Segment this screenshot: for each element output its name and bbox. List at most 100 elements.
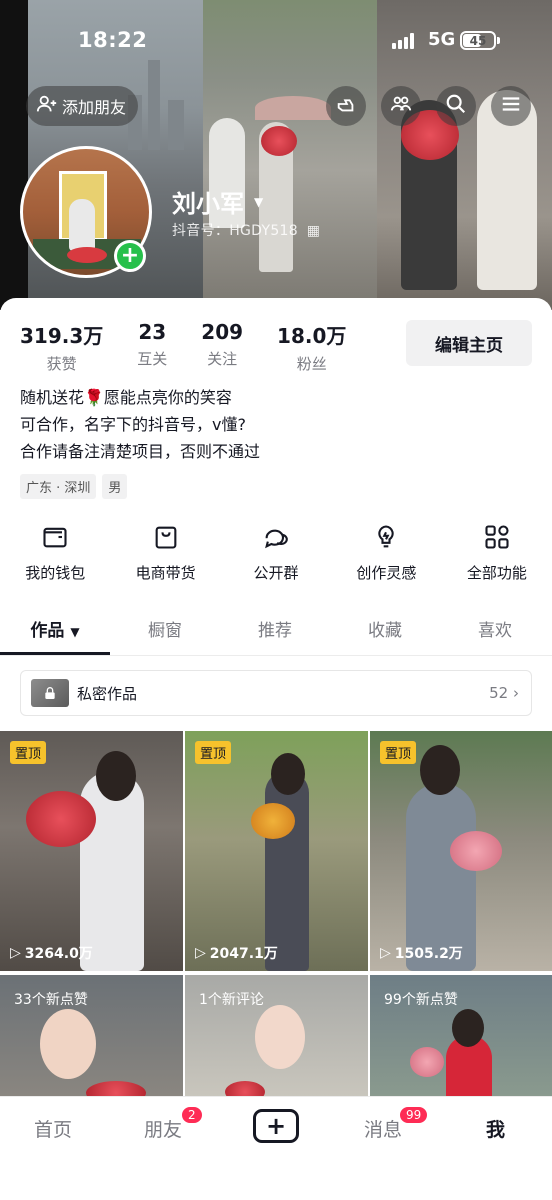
stat-likes[interactable]: 319.3万 获赞 xyxy=(20,320,103,374)
wallet-icon xyxy=(40,522,70,552)
menu-button[interactable] xyxy=(491,86,531,126)
skyscraper xyxy=(148,60,160,150)
function-label: 电商带货 xyxy=(135,564,196,582)
flower-bouquet xyxy=(251,803,295,839)
bio[interactable]: 随机送花🌹愿能点亮你的笑容 可合作，名字下的抖音号，v懂? 合作请备注清楚项目，… xyxy=(20,384,260,465)
stat-label: 获赞 xyxy=(46,355,77,373)
view-count-value: 3264.0万 xyxy=(24,946,93,962)
messages-badge: 99 xyxy=(398,1105,430,1125)
nickname-text: 刘小军 xyxy=(172,190,244,218)
thumb-figure xyxy=(80,771,144,971)
flower-bouquet xyxy=(261,126,297,156)
nav-friends[interactable]: 朋友 xyxy=(144,1115,182,1142)
pinned-badge: 置顶 xyxy=(10,741,47,764)
battery-icon: 45 xyxy=(460,31,496,50)
function-label: 创作灵感 xyxy=(356,564,417,582)
nav-home[interactable]: 首页 xyxy=(34,1115,72,1142)
gender-tag: 男 xyxy=(102,474,128,499)
tab-works[interactable]: 作品 ▼ xyxy=(0,616,110,656)
function-label: 我的钱包 xyxy=(25,564,86,582)
inspiration-button[interactable]: 创作灵感 xyxy=(331,522,441,583)
tab-label: 作品 xyxy=(30,621,65,641)
caret-down-icon: ▼ xyxy=(70,625,80,639)
tab-favorites[interactable]: 收藏 xyxy=(330,616,440,656)
avatar-person xyxy=(69,199,95,251)
flower-bouquet xyxy=(410,1047,444,1077)
view-count: ▷ 2047.1万 xyxy=(195,943,278,963)
network-type: 5G xyxy=(428,29,456,50)
function-row: 我的钱包 电商带货 公开群 创作灵感 全部功能 xyxy=(0,522,552,583)
stat-value: 209 xyxy=(201,320,244,344)
bio-line: 合作请备注清楚项目，否则不通过 xyxy=(20,442,261,461)
video-thumbnail[interactable]: 99个新点赞 xyxy=(370,975,552,1097)
douyin-id[interactable]: 抖音号：HGDY518 ▦ xyxy=(172,220,320,240)
thumb-head xyxy=(271,753,305,795)
video-thumbnail[interactable]: 置顶 ▷ 2047.1万 xyxy=(185,731,368,971)
nav-me[interactable]: 我 xyxy=(486,1115,505,1142)
pinned-badge: 置顶 xyxy=(380,741,417,764)
video-thumbnail[interactable]: 置顶 ▷ 3264.0万 xyxy=(0,731,183,971)
all-functions-button[interactable]: 全部功能 xyxy=(442,522,552,583)
search-icon xyxy=(445,93,467,119)
add-user-icon xyxy=(36,93,58,119)
add-friend-button[interactable]: 添加朋友 xyxy=(26,86,138,126)
create-post-button[interactable]: + xyxy=(253,1109,299,1143)
video-thumbnail[interactable]: 1个新评论 xyxy=(185,975,368,1097)
flower-bouquet xyxy=(86,1081,146,1097)
tab-showcase[interactable]: 橱窗 xyxy=(110,616,220,656)
thumb-head xyxy=(96,751,136,801)
ecommerce-button[interactable]: 电商带货 xyxy=(110,522,220,583)
chevron-right-icon: › xyxy=(513,684,519,702)
pinned-badge: 置顶 xyxy=(195,741,232,764)
add-story-button[interactable]: + xyxy=(114,240,146,272)
private-works-label: 私密作品 xyxy=(77,684,138,703)
tab-recommend[interactable]: 推荐 xyxy=(220,616,330,656)
stat-value: 23 xyxy=(138,320,167,344)
nickname[interactable]: 刘小军 ▼ xyxy=(172,184,263,219)
private-works-count: 52 › xyxy=(489,684,519,702)
bottom-navigation: 首页 朋友 2 + 消息 99 我 xyxy=(0,1096,552,1200)
thumb-figure xyxy=(265,771,309,971)
stat-following[interactable]: 209 关注 xyxy=(201,320,243,374)
edit-profile-button[interactable]: 编辑主页 xyxy=(406,320,532,366)
private-works-row[interactable]: 私密作品 52 › xyxy=(20,670,532,716)
bio-line: 随机送花🌹愿能点亮你的笑容 xyxy=(20,388,232,407)
visitor-button[interactable] xyxy=(326,86,366,126)
stat-value: 319.3万 xyxy=(20,324,104,348)
public-group-button[interactable]: 公开群 xyxy=(221,522,331,583)
caret-down-icon[interactable]: ▼ xyxy=(254,195,263,209)
lightbulb-icon xyxy=(371,522,401,552)
friends-button[interactable] xyxy=(381,86,421,126)
search-button[interactable] xyxy=(436,86,476,126)
battery-tip xyxy=(497,37,500,44)
tab-likes[interactable]: 喜欢 xyxy=(440,616,550,656)
qr-code-icon[interactable]: ▦ xyxy=(307,223,321,239)
avatar-flowers xyxy=(67,247,107,263)
new-likes-notice: 33个新点赞 xyxy=(14,992,88,1008)
umbrella xyxy=(255,96,331,120)
status-bar: 18:22 5G 45 xyxy=(0,0,552,70)
group-chat-icon xyxy=(261,522,291,552)
add-friend-label: 添加朋友 xyxy=(62,98,127,117)
video-thumbnail[interactable]: 置顶 ▷ 1505.2万 xyxy=(370,731,552,971)
function-label: 全部功能 xyxy=(466,564,527,582)
stat-mutual[interactable]: 23 互关 xyxy=(137,320,167,374)
tab-divider xyxy=(0,655,552,656)
signal-icon xyxy=(392,33,414,49)
flower-bouquet xyxy=(26,791,96,847)
profile-tags: 广东 · 深圳 男 xyxy=(20,474,128,499)
thumb-face xyxy=(40,1009,96,1079)
bio-line: 可合作，名字下的抖音号，v懂? xyxy=(20,415,246,434)
wallet-button[interactable]: 我的钱包 xyxy=(0,522,110,583)
stat-label: 关注 xyxy=(207,350,238,368)
location-tag: 广东 · 深圳 xyxy=(20,474,97,499)
douyin-id-text: 抖音号：HGDY518 xyxy=(172,223,298,239)
friends-badge: 2 xyxy=(180,1105,204,1125)
video-thumbnail[interactable]: 33个新点赞 xyxy=(0,975,183,1097)
stat-followers[interactable]: 18.0万 粉丝 xyxy=(277,320,346,374)
flower-bouquet xyxy=(450,831,502,871)
stat-label: 互关 xyxy=(137,350,168,368)
nav-messages[interactable]: 消息 xyxy=(364,1115,402,1142)
two-people-icon xyxy=(390,93,412,119)
hamburger-menu-icon xyxy=(500,93,522,119)
